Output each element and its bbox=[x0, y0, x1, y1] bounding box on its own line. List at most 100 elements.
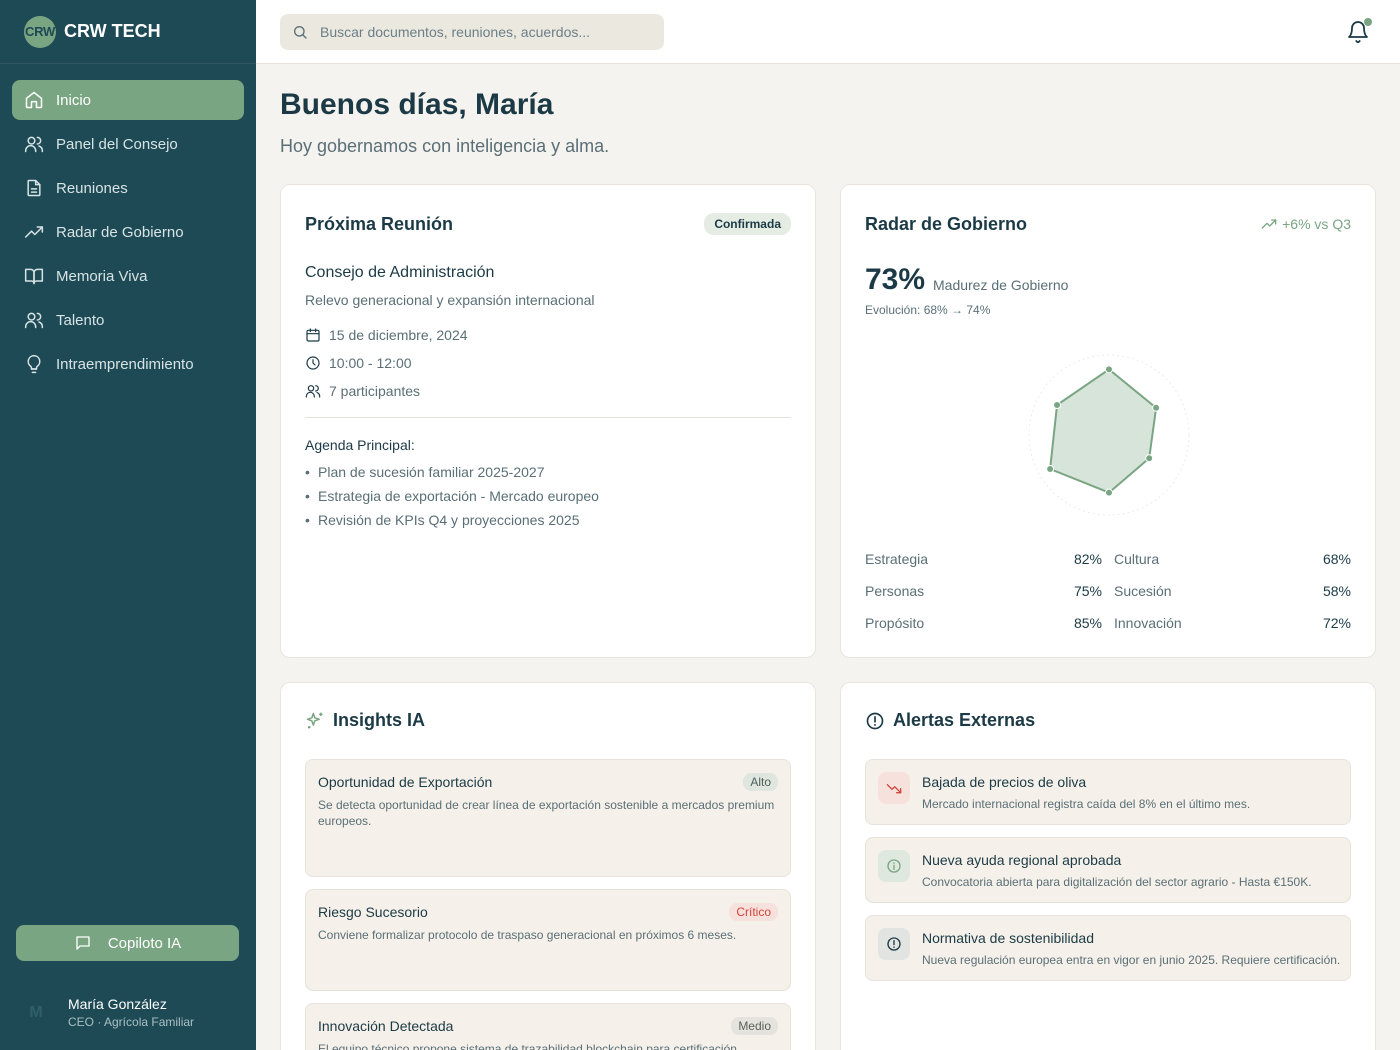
alert-icon-box bbox=[878, 928, 910, 960]
insight-item[interactable]: Innovación Detectada Medio El equipo téc… bbox=[305, 1003, 791, 1050]
metric-value: 68% bbox=[1322, 551, 1351, 567]
calendar-icon bbox=[306, 328, 320, 342]
card-title: Radar de Gobierno bbox=[865, 214, 1028, 234]
radar-area bbox=[1049, 368, 1158, 494]
topbar bbox=[256, 0, 1400, 64]
metric-row: Innovación 72% bbox=[1114, 615, 1351, 631]
insight-title: Innovación Detectada bbox=[318, 1018, 454, 1034]
brand-name: CRW TECH bbox=[64, 21, 161, 41]
user-profile[interactable]: M María González CEO · Agrícola Familiar bbox=[20, 996, 194, 1029]
alert-icon bbox=[887, 937, 901, 951]
sidebar: CRW CRW TECH Inicio Panel del Consejo Re… bbox=[0, 0, 256, 1050]
alert-item[interactable]: Bajada de precios de oliva Mercado inter… bbox=[865, 759, 1351, 825]
radar-point bbox=[1145, 454, 1154, 463]
card-header: Alertas Externas bbox=[865, 710, 1035, 731]
meeting-name[interactable]: Consejo de Administración bbox=[305, 264, 494, 282]
alert-icon-box bbox=[878, 850, 910, 882]
agenda-item: • Estrategia de exportación - Mercado eur… bbox=[305, 488, 599, 504]
card-title: Insights IA bbox=[333, 710, 426, 730]
sidebar-item-label: Radar de Gobierno bbox=[56, 223, 184, 241]
sidebar-item-reuniones[interactable]: Reuniones bbox=[12, 168, 244, 208]
card-title: Alertas Externas bbox=[893, 710, 1036, 730]
meeting-participants: 7 participantes bbox=[305, 383, 420, 399]
sparkles-icon bbox=[306, 712, 323, 728]
metric-value: 82% bbox=[1073, 551, 1102, 567]
sidebar-item-label: Intraemprendimiento bbox=[56, 355, 194, 373]
insight-item[interactable]: Riesgo Sucesorio Crítico Conviene formal… bbox=[305, 889, 791, 991]
metric-value: 85% bbox=[1073, 615, 1102, 631]
alert-text: Mercado internacional registra caída del… bbox=[922, 797, 1251, 811]
info-icon bbox=[887, 859, 901, 873]
meeting-time-text: 10:00 - 12:00 bbox=[329, 355, 412, 371]
alert-circle-icon bbox=[866, 712, 884, 729]
ai-insights-card: Insights IA Oportunidad de Exportación A… bbox=[280, 682, 816, 1050]
radar-point bbox=[1105, 488, 1113, 497]
avatar: M bbox=[20, 996, 52, 1029]
search-input[interactable] bbox=[320, 24, 650, 40]
copilot-button[interactable]: Copiloto IA bbox=[16, 925, 239, 961]
priority-badge: Medio bbox=[731, 1017, 778, 1035]
alert-item[interactable]: Normativa de sostenibilidad Nueva regula… bbox=[865, 915, 1351, 981]
clock-icon bbox=[306, 356, 320, 370]
insight-text: Conviene formalizar protocolo de traspas… bbox=[318, 928, 737, 942]
sidebar-item-label: Inicio bbox=[56, 91, 92, 109]
user-name: María González bbox=[68, 996, 167, 1012]
user-role: CEO · Agrícola Familiar bbox=[68, 1015, 195, 1029]
metric-row: Estrategia 82% bbox=[865, 551, 1102, 567]
agenda-item-text: Estrategia de exportación - Mercado euro… bbox=[318, 488, 599, 504]
sidebar-item-inicio[interactable]: Inicio bbox=[12, 80, 244, 120]
metric-row: Cultura 68% bbox=[1114, 551, 1351, 567]
brand-logo: CRW bbox=[24, 15, 56, 48]
metric-label: Personas bbox=[865, 583, 925, 599]
trend-down-icon bbox=[886, 784, 902, 794]
trend-text: +6% vs Q3 bbox=[1282, 216, 1351, 232]
metric-value: 75% bbox=[1073, 583, 1102, 599]
external-alerts-card: Alertas Externas Bajada de precios de ol… bbox=[840, 682, 1376, 1050]
radar-point bbox=[1053, 401, 1062, 409]
insight-text: Se detecta oportunidad de crear línea de… bbox=[318, 798, 775, 828]
alert-title: Bajada de precios de oliva bbox=[922, 774, 1087, 790]
trend-icon bbox=[24, 226, 44, 238]
metric-row: Sucesión 58% bbox=[1114, 583, 1351, 599]
sidebar-item-label: Talento bbox=[56, 311, 105, 329]
maturity-percent: 73% bbox=[865, 263, 926, 296]
status-badge: Confirmada bbox=[704, 213, 791, 235]
brand: CRW CRW TECH bbox=[0, 0, 256, 64]
sidebar-item-talento[interactable]: Talento bbox=[12, 300, 244, 340]
alert-title: Normativa de sostenibilidad bbox=[922, 930, 1094, 946]
priority-badge: Crítico bbox=[729, 903, 778, 921]
home-icon bbox=[25, 91, 43, 109]
metric-label: Estrategia bbox=[865, 551, 929, 567]
search-bar[interactable] bbox=[280, 14, 664, 50]
user-info: María González CEO · Agrícola Familiar bbox=[68, 996, 194, 1029]
next-meeting-card: Próxima Reunión Confirmada Consejo de Ad… bbox=[280, 184, 816, 658]
lightbulb-icon bbox=[27, 354, 41, 374]
users-icon bbox=[305, 385, 321, 398]
sidebar-item-label: Reuniones bbox=[56, 179, 128, 197]
alert-title: Nueva ayuda regional aprobada bbox=[922, 852, 1122, 868]
radar-chart bbox=[1028, 354, 1190, 516]
sidebar-item-memoria[interactable]: Memoria Viva bbox=[12, 256, 244, 296]
agenda-item: • Plan de sucesión familiar 2025-2027 bbox=[305, 464, 545, 480]
page-title: Buenos días, María bbox=[280, 88, 554, 121]
agenda-title: Agenda Principal: bbox=[305, 437, 415, 453]
priority-badge: Alto bbox=[743, 773, 778, 791]
sidebar-item-label: Memoria Viva bbox=[56, 267, 148, 285]
metric-label: Cultura bbox=[1114, 551, 1160, 567]
card-header: Insights IA bbox=[305, 710, 425, 731]
alert-item[interactable]: Nueva ayuda regional aprobada Convocator… bbox=[865, 837, 1351, 903]
document-icon bbox=[27, 179, 41, 197]
meeting-description: Relevo generacional y expansión internac… bbox=[305, 292, 595, 308]
copilot-label: Copiloto IA bbox=[107, 934, 182, 952]
agenda-item-text: Revisión de KPIs Q4 y proyecciones 2025 bbox=[318, 512, 580, 528]
governance-radar-card: Radar de Gobierno +6% vs Q3 73% Madurez … bbox=[840, 184, 1376, 658]
sidebar-item-intraemprendimiento[interactable]: Intraemprendimiento bbox=[12, 344, 244, 384]
insight-item[interactable]: Oportunidad de Exportación Alto Se detec… bbox=[305, 759, 791, 877]
divider bbox=[305, 417, 791, 418]
radar-point bbox=[1046, 465, 1055, 473]
sidebar-item-panel-consejo[interactable]: Panel del Consejo bbox=[12, 124, 244, 164]
sidebar-item-radar[interactable]: Radar de Gobierno bbox=[12, 212, 244, 252]
book-icon bbox=[24, 268, 44, 285]
metric-label: Innovación bbox=[1114, 615, 1182, 631]
alert-text: Convocatoria abierta para digitalización… bbox=[922, 875, 1312, 889]
